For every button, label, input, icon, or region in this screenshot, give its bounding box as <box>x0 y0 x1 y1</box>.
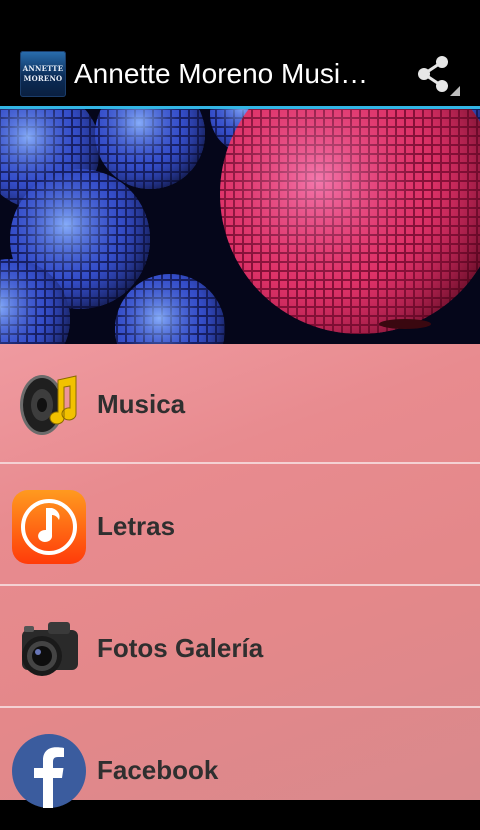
app-logo-text-line2: MORENO <box>23 74 63 83</box>
menu-item-musica[interactable]: Musica <box>0 344 480 464</box>
menu-divider <box>0 584 480 586</box>
camera-icon <box>22 622 78 676</box>
menu-item-fotos-galeria[interactable]: Fotos Galería <box>0 588 480 708</box>
app-logo-text-line1: ANNETTE <box>22 64 64 73</box>
menu-item-label: Musica <box>97 389 186 419</box>
overflow-indicator <box>450 86 460 96</box>
menu-item-label: Fotos Galería <box>97 633 264 663</box>
action-bar: ANNETTE MORENO Annette Moreno Music… <box>0 38 480 106</box>
menu-divider <box>0 462 480 464</box>
music-note-icon <box>12 490 86 564</box>
app-logo-icon[interactable]: ANNETTE MORENO <box>20 51 66 97</box>
main-menu: Musica Letras Fotos Galería Facebook <box>0 344 480 808</box>
share-icon[interactable] <box>414 54 454 94</box>
menu-item-label: Letras <box>97 511 176 541</box>
disco-ball-banner <box>0 109 480 344</box>
menu-item-facebook[interactable]: Facebook <box>0 710 480 830</box>
menu-item-letras[interactable]: Letras <box>0 466 480 586</box>
status-bar <box>0 0 480 38</box>
menu-divider <box>0 706 480 708</box>
app-title: Annette Moreno Music… <box>74 58 374 89</box>
menu-item-label: Facebook <box>97 755 219 785</box>
facebook-icon <box>12 734 86 808</box>
speaker-music-icon <box>20 375 77 435</box>
